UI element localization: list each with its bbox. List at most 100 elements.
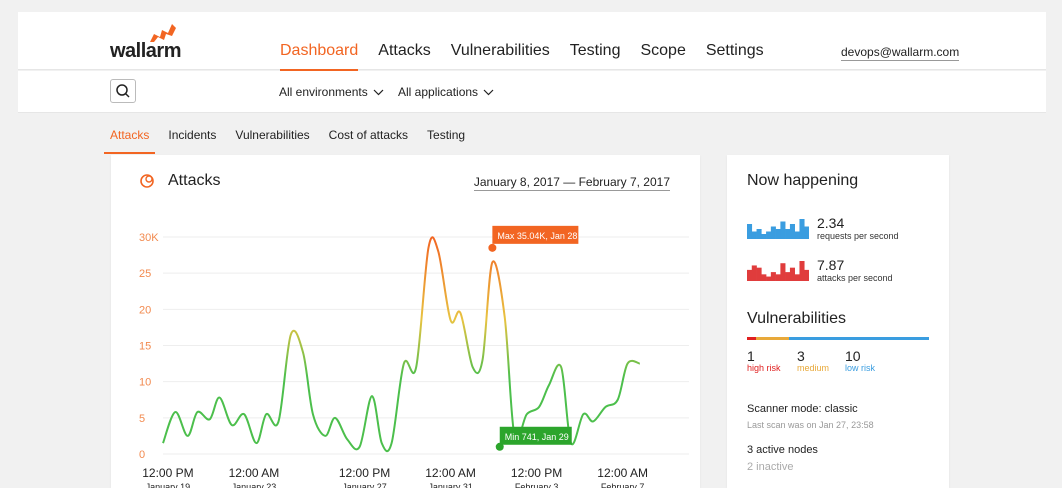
sparkline-bar xyxy=(780,263,786,281)
x-tick-time: 12:00 PM xyxy=(339,466,390,480)
subnav-vulnerabilities[interactable]: Vulnerabilities xyxy=(235,128,309,154)
subnav-attacks[interactable]: Attacks xyxy=(103,128,156,154)
environments-dropdown[interactable]: All environments xyxy=(279,85,384,99)
subnav-incidents[interactable]: Incidents xyxy=(168,128,216,154)
attacks-rate-value: 7.87 xyxy=(817,257,845,273)
requests-sparkline xyxy=(747,219,809,239)
environments-label: All environments xyxy=(279,85,368,99)
filter-bar: All environments All applications xyxy=(18,71,1046,113)
y-tick-label: 30K xyxy=(139,232,159,244)
y-tick-label: 15 xyxy=(139,341,151,353)
y-tick-label: 5 xyxy=(139,413,145,425)
x-tick-time: 12:00 AM xyxy=(229,466,280,480)
now-happening-card: Now happening 2.34 requests per second 7… xyxy=(727,155,949,488)
sparkline-bar xyxy=(775,274,781,281)
sparkline-bar xyxy=(794,231,800,239)
nav-attacks[interactable]: Attacks xyxy=(378,42,430,72)
sparkline-bar xyxy=(761,234,767,239)
sparkline-bar xyxy=(766,276,772,281)
applications-label: All applications xyxy=(398,85,479,99)
sparkline-bar xyxy=(747,224,753,239)
sparkline-bar xyxy=(804,269,809,281)
chevron-down-icon xyxy=(373,89,384,95)
chevron-down-icon xyxy=(483,89,494,95)
now-happening-title: Now happening xyxy=(747,172,859,189)
attacks-sparkline xyxy=(747,261,809,281)
vulnerabilities-title: Vulnerabilities xyxy=(747,310,847,327)
nav-scope[interactable]: Scope xyxy=(640,42,685,72)
subnav-testing[interactable]: Testing xyxy=(427,128,465,154)
medium-risk-bar xyxy=(756,337,789,340)
sparkline-bar xyxy=(799,219,805,239)
sparkline-bar xyxy=(770,226,776,239)
attacks-series-line xyxy=(162,236,641,453)
search-button[interactable] xyxy=(110,79,136,103)
medium-risk-label: medium xyxy=(797,363,830,373)
x-tick-time: 12:00 PM xyxy=(142,466,193,480)
last-scan-time: Last scan was on Jan 27, 23:58 xyxy=(747,420,874,430)
sub-nav: Attacks Incidents Vulnerabilities Cost o… xyxy=(103,128,484,154)
x-tick-time: 12:00 AM xyxy=(425,466,476,480)
applications-dropdown[interactable]: All applications xyxy=(398,85,494,99)
x-tick-time: 12:00 AM xyxy=(597,466,648,480)
attacks-stat: 7.87 attacks per second xyxy=(747,257,937,287)
sparkline-bar xyxy=(804,226,809,239)
search-icon xyxy=(116,84,130,98)
nav-settings[interactable]: Settings xyxy=(706,42,764,72)
x-tick-date: January 31 xyxy=(428,482,473,488)
max-point-marker[interactable] xyxy=(488,243,497,252)
sparkline-bar xyxy=(751,231,757,239)
sparkline-bar xyxy=(799,261,805,281)
y-tick-label: 0 xyxy=(139,449,145,461)
x-tick-date: January 27 xyxy=(342,482,387,488)
sparkline-bar xyxy=(761,274,767,281)
y-tick-label: 10 xyxy=(139,377,151,389)
top-bar: wallarm Dashboard Attacks Vulnerabilitie… xyxy=(18,12,1046,72)
high-risk-label: high risk xyxy=(747,363,781,373)
sparkline-bar xyxy=(751,265,757,281)
attacks-rate-label: attacks per second xyxy=(817,273,893,283)
inactive-nodes[interactable]: 2 inactive xyxy=(747,461,793,473)
subnav-cost-of-attacks[interactable]: Cost of attacks xyxy=(329,128,408,154)
attacks-chart: 30K 25 20 15 10 5 0 Max 35.04K, Jan 28 Min 741, … xyxy=(139,225,689,488)
active-nodes[interactable]: 3 active nodes xyxy=(747,444,818,456)
sparkline-bar xyxy=(785,272,791,281)
sparkline-bar xyxy=(785,229,791,239)
x-tick-time: 12:00 PM xyxy=(511,466,562,480)
scanner-mode: Scanner mode: classic xyxy=(747,403,858,415)
logo-text: wallarm xyxy=(110,40,181,62)
sparkline-bar xyxy=(747,269,753,281)
x-tick-date: February 7 xyxy=(601,482,645,488)
high-risk-count[interactable]: 1 xyxy=(747,348,755,364)
user-email-link[interactable]: devops@wallarm.com xyxy=(841,45,960,61)
sparkline-bar xyxy=(794,274,800,281)
x-tick-date: January 23 xyxy=(232,482,277,488)
sparkline-bar xyxy=(766,231,772,239)
nav-dashboard[interactable]: Dashboard xyxy=(280,42,359,72)
high-risk-bar xyxy=(747,337,757,340)
low-risk-bar xyxy=(788,337,929,340)
low-risk-label: low risk xyxy=(845,363,876,373)
nav-testing[interactable]: Testing xyxy=(570,42,621,72)
attacks-card: Attacks January 8, 2017 — February 7, 20… xyxy=(111,155,700,488)
sparkline-bar xyxy=(770,272,776,281)
medium-risk-count[interactable]: 3 xyxy=(797,348,805,364)
y-tick-label: 20 xyxy=(139,304,151,316)
requests-value: 2.34 xyxy=(817,215,845,231)
low-risk-count[interactable]: 10 xyxy=(845,348,861,364)
sparkline-bar xyxy=(756,229,762,239)
sparkline-bar xyxy=(756,267,762,281)
logo[interactable]: wallarm xyxy=(110,24,190,64)
sparkline-bar xyxy=(789,224,795,239)
requests-label: requests per second xyxy=(817,231,899,241)
sparkline-bar xyxy=(780,221,786,239)
x-tick-date: January 19 xyxy=(146,482,191,488)
max-tag-label: Max 35.04K, Jan 28 xyxy=(497,231,577,241)
main-nav: Dashboard Attacks Vulnerabilities Testin… xyxy=(280,42,784,72)
sparkline-bar xyxy=(789,267,795,281)
min-tag-label: Min 741, Jan 29 xyxy=(505,432,569,442)
nav-vulnerabilities[interactable]: Vulnerabilities xyxy=(451,42,550,72)
requests-stat: 2.34 requests per second xyxy=(747,215,937,245)
sparkline-bar xyxy=(775,229,781,239)
y-tick-label: 25 xyxy=(139,268,151,280)
